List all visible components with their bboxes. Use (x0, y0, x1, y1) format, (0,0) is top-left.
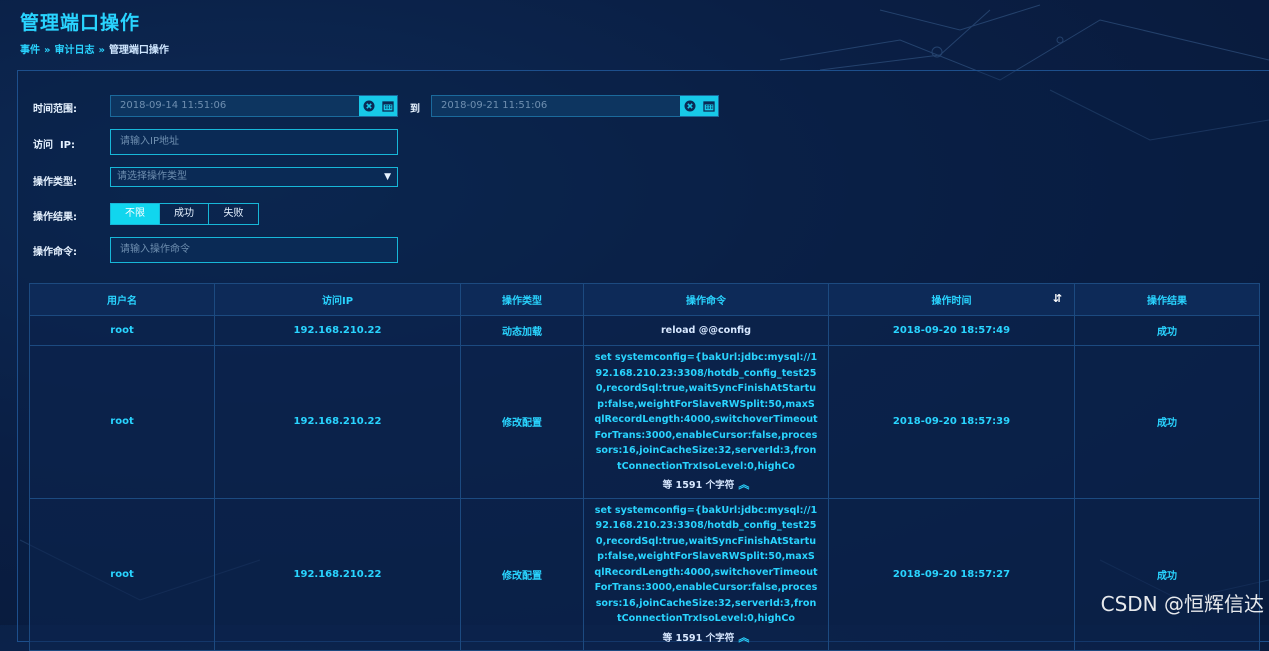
cell-ip: 192.168.210.22 (214, 315, 461, 346)
clear-icon[interactable] (359, 96, 378, 116)
cell-user: root (29, 345, 215, 499)
breadcrumb-item-audit-log[interactable]: 审计日志 (54, 45, 94, 56)
ip-placeholder: 请输入IP地址 (120, 136, 179, 147)
cell-ip: 192.168.210.22 (214, 345, 461, 499)
ip-input[interactable]: 请输入IP地址 (110, 129, 398, 155)
start-time-value: 2018-09-14 11:51:06 (120, 100, 227, 111)
breadcrumb-item-current: 管理端口操作 (108, 45, 169, 56)
cell-command: set systemconfig={bakUrl:jdbc:mysql://19… (583, 345, 829, 499)
column-header-time-label: 操作时间 (931, 296, 972, 307)
cell-type: 动态加载 (460, 315, 584, 346)
cell-type: 修改配置 (460, 345, 584, 499)
start-time-controls (359, 96, 397, 116)
column-header-user: 用户名 (29, 283, 215, 316)
column-header-time[interactable]: 操作时间 ⇵ (828, 283, 1075, 316)
column-header-ip: 访问IP (214, 283, 461, 316)
op-type-placeholder: 请选择操作类型 (117, 171, 187, 182)
chevron-up-icon[interactable]: ︽ (738, 631, 749, 644)
command-text: set systemconfig={bakUrl:jdbc:mysql://19… (594, 504, 818, 625)
calendar-icon[interactable] (378, 96, 397, 116)
audit-table: 用户名 访问IP 操作类型 操作命令 操作时间 ⇵ 操作结果 root 192.… (29, 283, 1260, 651)
end-time-controls (680, 96, 718, 116)
chevron-down-icon: ▼ (384, 172, 391, 182)
expand-toggle[interactable]: 等 1591 个字符 ︽ (594, 477, 818, 494)
result-segmented-control: 不限 成功 失败 (110, 203, 259, 225)
op-type-select[interactable]: 请选择操作类型 ▼ (110, 167, 398, 187)
result-option-success[interactable]: 成功 (160, 204, 209, 224)
cell-time: 2018-09-20 18:57:49 (828, 315, 1075, 346)
column-header-command: 操作命令 (583, 283, 829, 316)
column-header-type: 操作类型 (460, 283, 584, 316)
end-time-value: 2018-09-21 11:51:06 (441, 100, 548, 111)
sort-icon[interactable]: ⇵ (1053, 292, 1062, 305)
breadcrumb-separator: » (44, 45, 51, 56)
column-header-result: 操作结果 (1074, 283, 1260, 316)
breadcrumb-separator: » (98, 45, 105, 56)
clear-icon[interactable] (680, 96, 699, 116)
cell-result: 成功 (1074, 315, 1260, 346)
cell-time: 2018-09-20 18:57:39 (828, 345, 1075, 499)
cell-result: 成功 (1074, 345, 1260, 499)
cell-time: 2018-09-20 18:57:27 (828, 497, 1075, 651)
time-range-label: 时间范围: (33, 104, 77, 115)
calendar-icon[interactable] (699, 96, 718, 116)
table-row: root 192.168.210.22 修改配置 set systemconfi… (29, 497, 1260, 651)
command-input[interactable]: 请输入操作命令 (110, 237, 398, 263)
cell-command: set systemconfig={bakUrl:jdbc:mysql://19… (583, 497, 829, 651)
expand-toggle[interactable]: 等 1591 个字符 ︽ (594, 630, 818, 647)
watermark: CSDN @恒辉信达 (1100, 592, 1264, 616)
command-label: 操作命令: (33, 247, 77, 258)
breadcrumb: 事件» 审计日志» 管理端口操作 (20, 41, 169, 56)
result-option-failure[interactable]: 失败 (209, 204, 258, 224)
command-text: set systemconfig={bakUrl:jdbc:mysql://19… (594, 352, 818, 472)
op-type-label: 操作类型: (33, 177, 77, 188)
more-chars-text: 等 1591 个字符 (662, 480, 735, 491)
cell-user: root (29, 497, 215, 651)
result-label: 操作结果: (33, 212, 77, 223)
chevron-up-icon[interactable]: ︽ (738, 478, 749, 491)
table-header-row: 用户名 访问IP 操作类型 操作命令 操作时间 ⇵ 操作结果 (29, 283, 1260, 316)
table-row: root 192.168.210.22 动态加载 reload @@config… (29, 315, 1260, 346)
command-placeholder: 请输入操作命令 (120, 244, 190, 255)
page-title: 管理端口操作 (20, 12, 141, 34)
cell-ip: 192.168.210.22 (214, 497, 461, 651)
table-row: root 192.168.210.22 修改配置 set systemconfi… (29, 345, 1260, 499)
cell-type: 修改配置 (460, 497, 584, 651)
ip-label: 访问 IP: (33, 140, 76, 151)
cell-user: root (29, 315, 215, 346)
to-label: 到 (410, 104, 420, 115)
cell-result: 成功 (1074, 497, 1260, 651)
breadcrumb-item-events[interactable]: 事件 (20, 45, 40, 56)
cell-command: reload @@config (583, 315, 829, 346)
result-option-any[interactable]: 不限 (111, 204, 160, 224)
more-chars-text: 等 1591 个字符 (662, 632, 735, 644)
start-time-input[interactable]: 2018-09-14 11:51:06 (110, 95, 398, 117)
end-time-input[interactable]: 2018-09-21 11:51:06 (431, 95, 719, 117)
